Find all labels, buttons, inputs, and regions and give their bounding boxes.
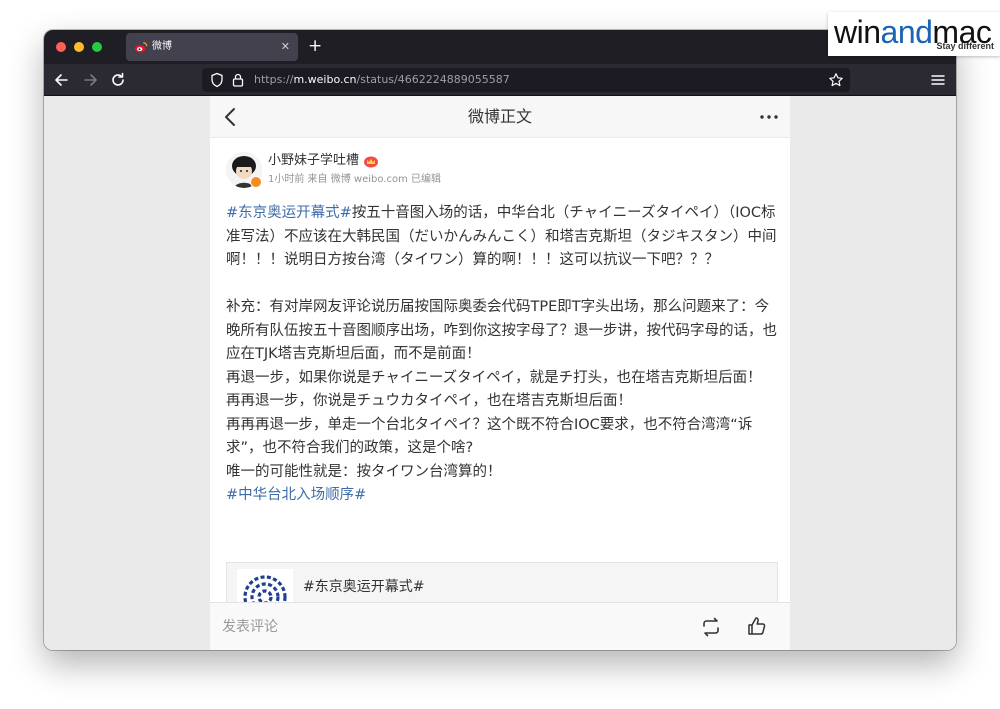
verified-badge-icon	[250, 176, 262, 188]
tab-bar: 微博 ✕ +	[44, 30, 956, 64]
author-name[interactable]: 小野妹子学吐槽	[268, 152, 379, 170]
post-paragraph: #东京奥运开幕式#按五十音图入场的话，中华台北（チャイニーズタイペイ）（IOC标…	[226, 205, 777, 268]
post-body: #东京奥运开幕式#按五十音图入场的话，中华台北（チャイニーズタイペイ）（IOC标…	[226, 202, 778, 508]
tab-close-icon[interactable]: ✕	[281, 39, 290, 55]
tab-title: 微博	[152, 41, 172, 52]
winandmac-watermark: winandmac Stay different	[828, 12, 1000, 56]
close-window-button[interactable]	[56, 42, 66, 52]
post-paragraph: 补充：有对岸网友评论说历届按国际奥委会代码TPE即T字头出场，那么问题来了：今晚…	[226, 299, 777, 362]
post-paragraph: 唯一的可能性就是：按タイワン台湾算的！	[226, 463, 502, 480]
member-crown-icon	[364, 156, 379, 167]
url-text[interactable]: https://m.weibo.cn/status/46622248890555…	[254, 72, 510, 88]
hashtag-link[interactable]: #东京奥运开幕式#	[226, 205, 352, 221]
comment-input[interactable]: 发表评论	[222, 617, 278, 637]
hashtag-link[interactable]: #中华台北入场顺序#	[226, 487, 366, 503]
forward-arrow-icon[interactable]	[80, 70, 100, 90]
reload-icon[interactable]	[108, 70, 128, 90]
back-arrow-icon[interactable]	[52, 70, 72, 90]
watermark-tagline: Stay different	[936, 41, 994, 51]
window-controls	[56, 42, 102, 52]
address-bar[interactable]: https://m.weibo.cn/status/46622248890555…	[202, 68, 850, 92]
action-bar: 发表评论	[210, 602, 790, 650]
lock-icon[interactable]	[232, 72, 244, 88]
bookmark-star-icon[interactable]	[828, 72, 844, 88]
post-paragraph: 再退一步，如果你说是チャイニーズタイペイ，就是チ打头，也在塔吉克斯坦后面！	[226, 369, 762, 386]
tracking-shield-icon[interactable]	[210, 72, 224, 88]
post-paragraph: 再再退一步，你说是チュウカタイペイ，也在塔吉克斯坦后面！	[226, 393, 632, 409]
new-tab-button[interactable]: +	[308, 35, 322, 57]
minimize-window-button[interactable]	[74, 42, 84, 52]
page-header: 微博正文	[210, 96, 790, 138]
navigation-bar: https://m.weibo.cn/status/46622248890555…	[44, 64, 956, 96]
like-thumb-icon[interactable]	[746, 615, 768, 637]
weibo-page: 微博正文 小野妹子学吐槽 1小时前 来自 微博 weibo.com 已编辑 #东…	[210, 96, 790, 650]
browser-window: 微博 ✕ + https://m.weibo.cn/status/4662224…	[44, 30, 956, 650]
post-author: 小野妹子学吐槽 1小时前 来自 微博 weibo.com 已编辑	[226, 152, 766, 192]
repost-icon[interactable]	[700, 617, 722, 637]
topic-card-title: #东京奥运开幕式#	[303, 579, 425, 595]
hamburger-menu-icon[interactable]	[930, 72, 946, 88]
web-viewport: 微博正文 小野妹子学吐槽 1小时前 来自 微博 weibo.com 已编辑 #东…	[44, 96, 956, 650]
post-paragraph: 再再再退一步，单走一个台北タイペイ？这个既不符合IOC要求，也不符合湾湾“诉求”…	[226, 416, 753, 457]
zoom-window-button[interactable]	[92, 42, 102, 52]
page-title: 微博正文	[467, 107, 532, 126]
more-options-icon[interactable]	[758, 106, 780, 128]
tab-weibo[interactable]: 微博 ✕	[126, 33, 298, 61]
post-meta: 1小时前 来自 微博 weibo.com 已编辑	[268, 174, 442, 185]
weibo-favicon-icon	[134, 41, 148, 53]
